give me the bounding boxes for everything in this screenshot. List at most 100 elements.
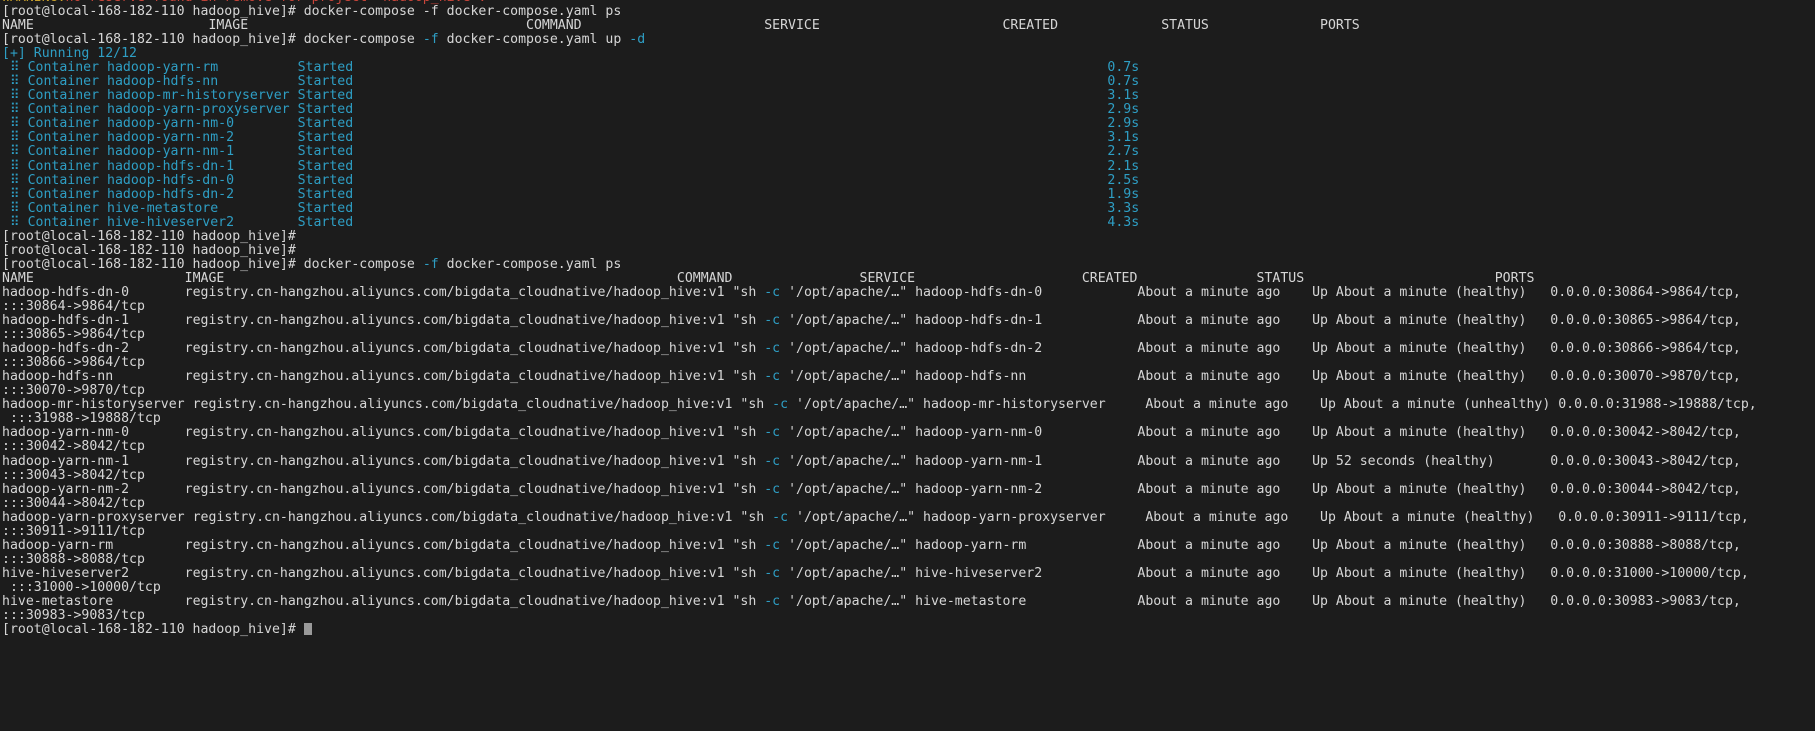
container-name: hadoop-hdfs-dn-0 [107,172,298,188]
cell-created: About a minute ago [1137,593,1313,609]
cell-ports-continued: :::30043->8042/tcp [2,467,145,483]
cell-ports: 0.0.0.0:30043->8042/tcp, [1550,453,1741,469]
container-state: Started [297,88,354,104]
cell-command-close: '/opt/apache/…" [780,593,916,609]
container-bullet-icon: ⠿ [9,60,20,76]
container-status-row: ⠿ Container hadoop-yarn-nm-2 Started 3.1… [2,131,1815,145]
cell-command-open: "sh [732,425,765,441]
command-up-mid: docker-compose.yaml up [438,32,630,48]
cell-service: hadoop-hdfs-dn-1 [915,313,1138,329]
container-name: hadoop-mr-historyserver [107,88,298,104]
cell-service: hive-hiveserver2 [915,565,1138,581]
container-elapsed-time: 2.1s [1107,158,1140,174]
cell-ports-continued: :::30044->8042/tcp [2,495,145,511]
command-line-up: [root@local-168-182-110 hadoop_hive]# do… [2,33,1815,47]
container-bullet-icon: ⠿ [9,88,20,104]
flag-c: -c [764,313,781,329]
container-state: Started [297,172,354,188]
cell-created: About a minute ago [1137,537,1313,553]
cell-image: registry.cn-hangzhou.aliyuncs.com/bigdat… [184,313,733,329]
ps-table-row: hadoop-yarn-rm registry.cn-hangzhou.aliy… [2,537,1815,553]
container-status-row: ⠿ Container hadoop-mr-historyserver Star… [2,89,1815,103]
cell-container-name: hadoop-yarn-nm-2 [2,481,185,497]
ps-table-row: hadoop-hdfs-dn-1 registry.cn-hangzhou.al… [2,314,1815,328]
cell-status: Up About a minute (healthy) [1320,509,1559,525]
command-line-ps-1: [root@local-168-182-110 hadoop_hive]# do… [2,4,1815,19]
shell-prompt: [root@local-168-182-110 hadoop_hive]# [2,256,296,272]
container-keyword: Container [27,158,100,174]
ps-table-row-ports-continuation: :::31000->10000/tcp [2,580,1815,595]
cell-container-name: hadoop-hdfs-nn [2,369,185,385]
cell-created: About a minute ago [1137,284,1313,300]
col-header-name: NAME [2,18,34,34]
container-elapsed-time: 2.7s [1107,144,1140,160]
cell-command-open: "sh [732,593,765,609]
shell-prompt: [root@local-168-182-110 hadoop_hive]# [2,4,296,19]
cell-command-close: '/opt/apache/…" [780,284,916,300]
cell-created: About a minute ago [1137,313,1313,329]
terminal-window[interactable]: WARNING:no reserve found in remove for p… [0,0,1815,731]
container-status-row: ⠿ Container hive-hiveserver2 Started 4.3… [2,214,1815,230]
flag-c: -c [764,341,781,357]
container-state: Started [297,130,354,146]
cell-ports-continued: :::30911->9111/tcp [2,523,145,539]
cell-ports-continued: :::31988->19888/tcp [2,411,161,427]
col-header-command: COMMAND [526,18,582,34]
col-header-image: IMAGE [184,270,677,286]
command-ps-prefix: docker-compose [303,256,423,272]
cell-ports-continued: :::30866->9864/tcp [2,355,145,371]
ps-table-row-ports-continuation: :::30044->8042/tcp [2,495,1815,511]
flag-c: -c [764,425,781,441]
flag-c: -c [764,481,781,497]
docker-ps-table: NAME IMAGE COMMAND SERVICE CREATED STATU… [2,270,1815,623]
container-elapsed-time: 0.7s [1107,74,1140,90]
container-elapsed-time: 2.5s [1107,172,1140,188]
container-name: hadoop-yarn-rm [107,60,298,76]
ps-table-row: hadoop-yarn-nm-2 registry.cn-hangzhou.al… [2,481,1815,497]
container-keyword: Container [27,144,100,160]
ps-header-empty: NAME IMAGE COMMAND SERVICE CREATED STATU… [2,19,1815,33]
container-elapsed-time: 3.3s [1107,200,1140,216]
cell-command-close: '/opt/apache/…" [788,509,924,525]
flag-f: -f [422,256,439,272]
col-header-status: STATUS [1256,270,1495,286]
container-keyword: Container [27,74,100,90]
cell-image: registry.cn-hangzhou.aliyuncs.com/bigdat… [184,369,733,385]
container-elapsed-time: 2.9s [1107,102,1140,118]
container-state: Started [297,214,354,230]
ps-table-row-ports-continuation: :::30911->9111/tcp [2,523,1815,539]
cell-container-name: hadoop-yarn-nm-0 [2,425,185,441]
col-header-service: SERVICE [859,270,1082,286]
cell-command-open: "sh [732,537,765,553]
cell-command-close: '/opt/apache/…" [780,453,916,469]
ps-table-row-ports-continuation: :::30864->9864/tcp [2,299,1815,314]
cell-created: About a minute ago [1137,369,1313,385]
cell-ports: 0.0.0.0:30042->8042/tcp, [1550,425,1741,441]
container-keyword: Container [27,130,100,146]
cell-command-open: "sh [732,453,765,469]
container-bullet-icon: ⠿ [9,74,20,90]
col-header-name: NAME [2,270,185,286]
container-status-row: ⠿ Container hadoop-hdfs-dn-2 Started 1.9… [2,187,1815,202]
cell-created: About a minute ago [1145,397,1321,413]
ps-table-row-ports-continuation: :::30043->8042/tcp [2,467,1815,483]
cell-service: hadoop-yarn-nm-0 [915,425,1138,441]
container-status-row: ⠿ Container hadoop-yarn-rm Started 0.7s [2,61,1815,75]
cell-created: About a minute ago [1145,509,1321,525]
container-bullet-icon: ⠿ [9,144,20,160]
container-status-row: ⠿ Container hadoop-hdfs-dn-0 Started 2.5… [2,172,1815,188]
col-header-image: IMAGE [208,18,249,34]
final-prompt-line[interactable]: [root@local-168-182-110 hadoop_hive]# [2,623,1815,637]
container-status-row: ⠿ Container hadoop-yarn-proxyserver Star… [2,103,1815,117]
cell-command-open: "sh [732,341,765,357]
terminal-scroll-area[interactable]: WARNING:no reserve found in remove for p… [2,0,1815,731]
ps-table-row-ports-continuation: :::31988->19888/tcp [2,412,1815,426]
bare-prompt-2: [root@local-168-182-110 hadoop_hive]# [2,243,1815,258]
container-keyword: Container [27,116,100,132]
container-state: Started [297,158,354,174]
command-ps-suffix: docker-compose.yaml ps [438,256,622,272]
cell-command-close: '/opt/apache/…" [788,397,924,413]
cell-ports: 0.0.0.0:30911->9111/tcp, [1558,509,1749,525]
cell-image: registry.cn-hangzhou.aliyuncs.com/bigdat… [192,397,741,413]
cell-service: hadoop-yarn-proxyserver [923,509,1146,525]
